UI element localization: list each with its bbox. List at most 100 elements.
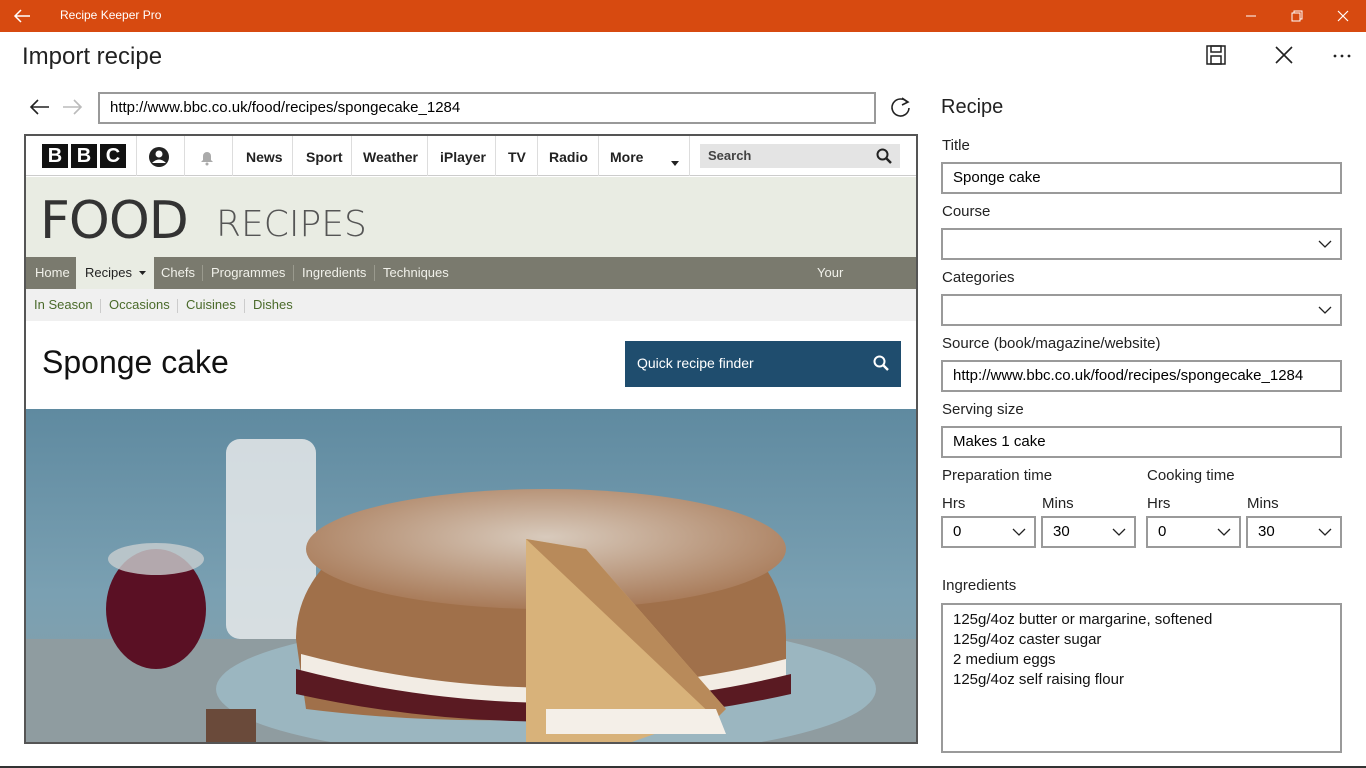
more-options-icon[interactable]	[1329, 42, 1357, 70]
chevron-down-icon	[1318, 306, 1332, 314]
source-label: Source (book/magazine/website)	[942, 335, 1161, 352]
title-field[interactable]: Sponge cake	[941, 162, 1342, 194]
bbc-top-bar: B B C News Sport Weather iPlayer TV Radi…	[26, 136, 916, 176]
save-icon[interactable]	[1203, 42, 1231, 70]
close-icon[interactable]	[1271, 42, 1299, 70]
prep-hrs-select[interactable]: 0	[941, 516, 1036, 548]
quick-recipe-finder-button[interactable]: Quick recipe finder	[625, 341, 901, 387]
serving-size-field[interactable]: Makes 1 cake	[941, 426, 1342, 458]
subnav-in-season[interactable]: In Season	[34, 289, 93, 321]
cooking-time-label: Cooking time	[1147, 467, 1235, 484]
recipe-panel-title: Recipe	[941, 96, 1004, 118]
ingredient-line: 2 medium eggs	[953, 651, 1056, 668]
subnav-occasions[interactable]: Occasions	[109, 289, 170, 321]
chevron-down-icon	[1217, 528, 1231, 536]
source-field[interactable]: http://www.bbc.co.uk/food/recipes/sponge…	[941, 360, 1342, 392]
prep-hrs-value: 0	[953, 523, 962, 540]
bbc-logo[interactable]: B B C	[42, 144, 126, 168]
prep-hrs-label: Hrs	[942, 495, 966, 512]
cook-hrs-label: Hrs	[1147, 495, 1171, 512]
nav-recipes[interactable]: Recipes	[76, 257, 154, 289]
divider	[689, 136, 690, 176]
divider	[136, 136, 137, 176]
search-icon[interactable]	[876, 148, 892, 164]
divider	[537, 136, 538, 176]
categories-select[interactable]	[941, 294, 1342, 326]
nav-ingredients[interactable]: Ingredients	[293, 257, 375, 289]
app-title: Recipe Keeper Pro	[60, 8, 162, 22]
food-sub-nav: In Season Occasions Cuisines Dishes	[26, 289, 916, 321]
chevron-down-icon	[1012, 528, 1026, 536]
restore-button[interactable]	[1274, 0, 1320, 32]
prep-mins-value: 30	[1053, 523, 1070, 540]
notifications-icon[interactable]	[198, 148, 216, 171]
browser-forward-icon[interactable]	[60, 95, 84, 119]
food-main-nav: Home Recipes Chefs Programmes Ingredient…	[26, 257, 916, 312]
sponge-cake-photo	[26, 409, 916, 742]
food-logo[interactable]: FOOD	[40, 191, 189, 251]
ingredient-line: 125g/4oz self raising flour	[953, 671, 1124, 688]
divider	[100, 299, 101, 313]
nav-your-favourites[interactable]: Your Favourites	[808, 257, 916, 312]
ingredient-line: 125g/4oz caster sugar	[953, 631, 1102, 648]
search-icon	[873, 355, 889, 371]
bbc-nav-sport[interactable]: Sport	[306, 149, 343, 165]
bbc-logo-letter: B	[42, 144, 68, 168]
url-input[interactable]: http://www.bbc.co.uk/food/recipes/sponge…	[98, 92, 876, 124]
nav-home[interactable]: Home	[26, 257, 79, 289]
categories-label: Categories	[942, 269, 1015, 286]
finder-label: Quick recipe finder	[637, 355, 754, 371]
cook-hrs-value: 0	[1158, 523, 1167, 540]
back-arrow-icon[interactable]	[12, 6, 36, 26]
ingredient-line: 125g/4oz butter or margarine, softened	[953, 611, 1213, 628]
cook-mins-select[interactable]: 30	[1246, 516, 1342, 548]
browser-back-icon[interactable]	[28, 95, 52, 119]
bbc-search-input[interactable]: Search	[700, 144, 900, 168]
bbc-logo-letter: B	[71, 144, 97, 168]
chevron-down-icon	[1318, 528, 1332, 536]
web-view[interactable]: B B C News Sport Weather iPlayer TV Radi…	[24, 134, 918, 744]
bbc-nav-weather[interactable]: Weather	[363, 149, 418, 165]
cook-hrs-select[interactable]: 0	[1146, 516, 1241, 548]
cook-mins-value: 30	[1258, 523, 1275, 540]
divider	[244, 299, 245, 313]
bbc-logo-letter: C	[100, 144, 126, 168]
subnav-dishes[interactable]: Dishes	[253, 289, 293, 321]
caret-down-icon	[671, 154, 679, 172]
close-window-button[interactable]	[1320, 0, 1366, 32]
title-label: Title	[942, 137, 970, 154]
prep-mins-select[interactable]: 30	[1041, 516, 1136, 548]
ingredients-textarea[interactable]: 125g/4oz butter or margarine, softened 1…	[941, 603, 1342, 753]
nav-programmes[interactable]: Programmes	[202, 257, 294, 289]
chevron-down-icon	[1318, 240, 1332, 248]
divider	[598, 136, 599, 176]
divider	[351, 136, 352, 176]
refresh-icon[interactable]	[888, 95, 914, 121]
preparation-time-label: Preparation time	[942, 467, 1053, 484]
bbc-nav-news[interactable]: News	[246, 149, 283, 165]
divider	[427, 136, 428, 176]
course-label: Course	[942, 203, 991, 220]
bbc-nav-iplayer[interactable]: iPlayer	[440, 149, 486, 165]
divider	[232, 136, 233, 176]
chevron-down-icon	[1112, 528, 1126, 536]
search-placeholder: Search	[708, 148, 752, 163]
minimize-button[interactable]	[1228, 0, 1274, 32]
bbc-nav-more[interactable]: More	[610, 149, 643, 165]
divider	[177, 299, 178, 313]
serving-size-label: Serving size	[942, 401, 1024, 418]
bbc-nav-tv[interactable]: TV	[508, 149, 526, 165]
title-bar: Recipe Keeper Pro	[0, 0, 1366, 32]
course-select[interactable]	[941, 228, 1342, 260]
bbc-nav-radio[interactable]: Radio	[549, 149, 588, 165]
nav-chefs[interactable]: Chefs	[152, 257, 204, 289]
recipe-heading: Sponge cake	[42, 344, 229, 380]
nav-techniques[interactable]: Techniques	[374, 257, 458, 289]
caret-down-icon	[138, 271, 146, 275]
divider	[292, 136, 293, 176]
food-banner: FOOD RECIPES	[26, 177, 916, 257]
ingredients-label: Ingredients	[942, 577, 1017, 594]
account-icon[interactable]	[148, 146, 170, 173]
subnav-cuisines[interactable]: Cuisines	[186, 289, 236, 321]
page-title: Import recipe	[22, 43, 163, 70]
